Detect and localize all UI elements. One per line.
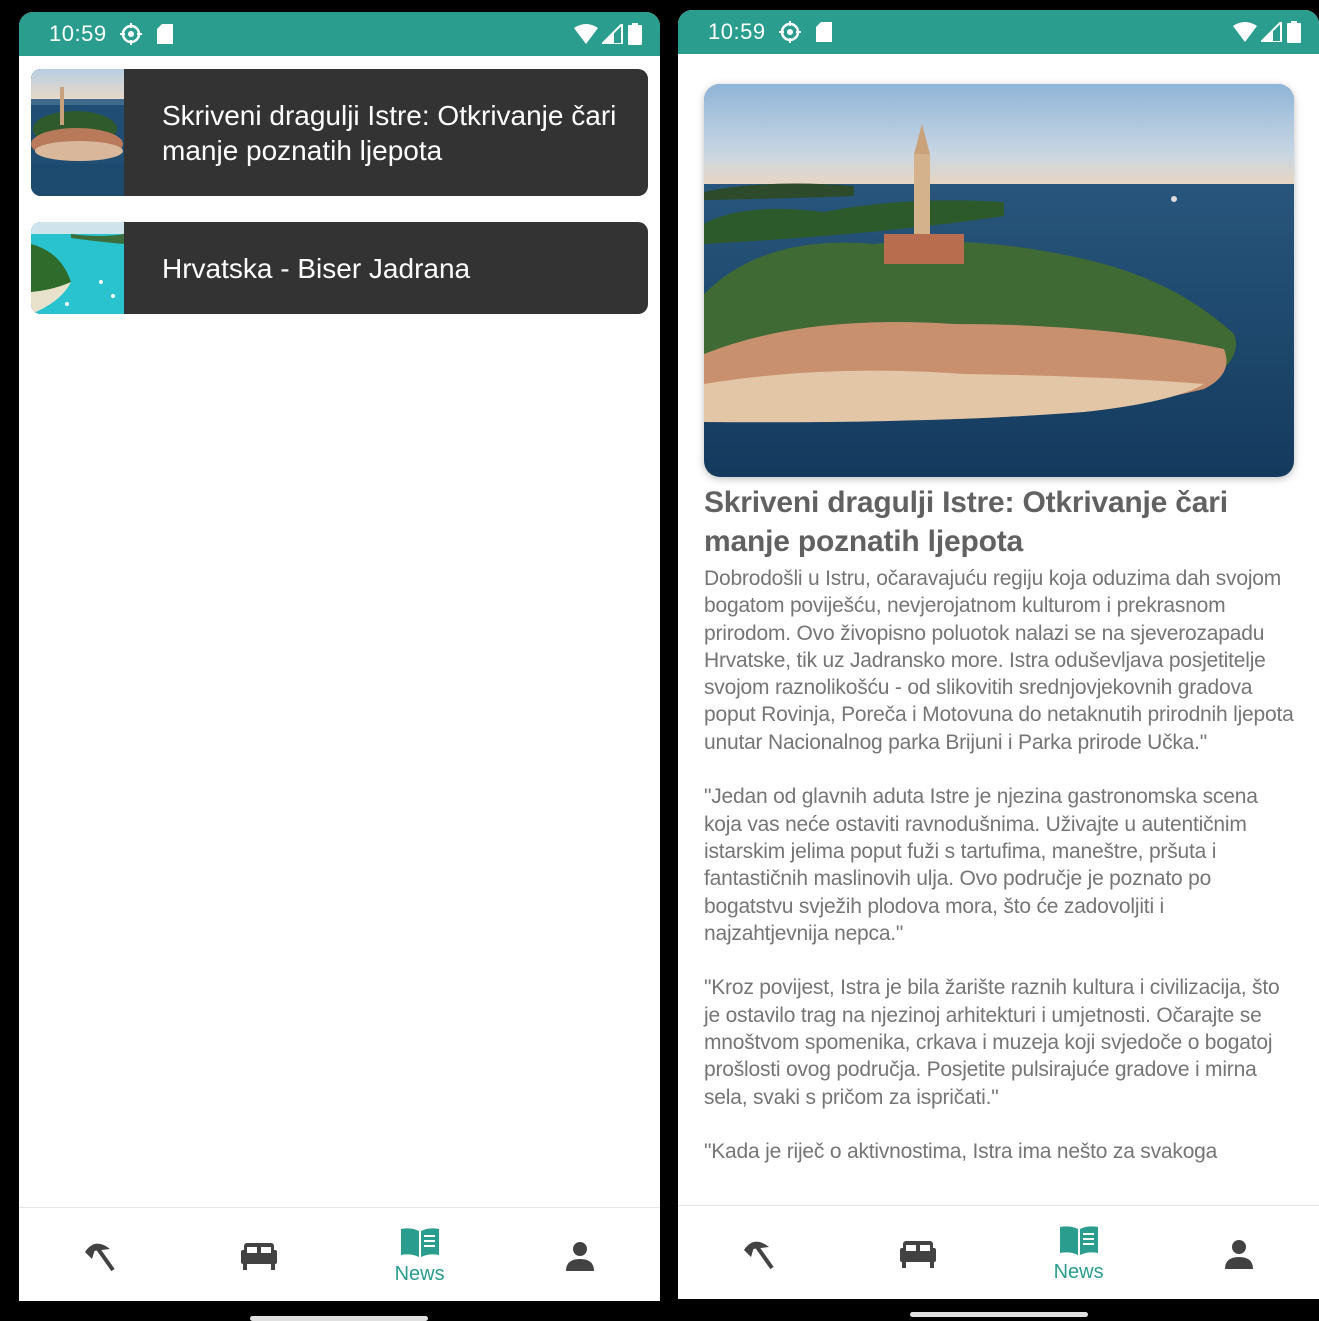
status-time: 10:59 xyxy=(49,21,107,46)
status-bar: 10:59 xyxy=(19,12,660,56)
news-card-title: Hrvatska - Biser Jadrana xyxy=(162,252,471,284)
book-icon xyxy=(1059,1225,1098,1255)
rovinj-aerial-photo xyxy=(704,84,1294,477)
person-icon xyxy=(565,1242,594,1271)
news-list: Skriveni dragulji Istre: Otkrivanje čari… xyxy=(19,56,660,314)
nav-item-accommodation[interactable] xyxy=(838,1206,998,1299)
nav-item-profile[interactable] xyxy=(1159,1206,1319,1299)
person-icon xyxy=(1224,1240,1253,1269)
nav-item-profile[interactable] xyxy=(500,1208,660,1301)
beach-umbrella-icon xyxy=(85,1243,115,1272)
settings-gear-icon xyxy=(119,23,142,45)
article-detail: Skriveni dragulji Istre: Otkrivanje čari… xyxy=(678,54,1319,1206)
beach-umbrella-icon xyxy=(744,1241,774,1270)
bottom-navigation: News xyxy=(678,1205,1319,1299)
battery-icon xyxy=(1287,21,1301,43)
sd-card-icon xyxy=(815,22,832,42)
beach-coast-thumbnail xyxy=(31,222,124,314)
status-time: 10:59 xyxy=(708,19,766,44)
book-icon xyxy=(400,1227,439,1257)
bed-icon xyxy=(900,1241,937,1268)
home-indicator[interactable] xyxy=(910,1312,1088,1317)
wifi-icon xyxy=(1233,22,1257,42)
article-title: Skriveni dragulji Istre: Otkrivanje čari… xyxy=(704,486,1228,558)
news-card[interactable]: Skriveni dragulji Istre: Otkrivanje čari… xyxy=(31,69,648,196)
nav-label-news: News xyxy=(1053,1260,1104,1283)
wifi-icon xyxy=(574,24,598,44)
nav-item-beach[interactable] xyxy=(19,1208,179,1301)
news-detail-screen: 10:59 Skriveni dragulji Istre: Otkrivanj… xyxy=(678,10,1319,1299)
nav-item-news[interactable]: News xyxy=(999,1206,1159,1299)
news-card-title: Skriveni dragulji Istre: Otkrivanje čari… xyxy=(162,99,617,166)
nav-item-beach[interactable] xyxy=(678,1206,838,1299)
bottom-navigation: News xyxy=(19,1207,660,1301)
battery-icon xyxy=(628,23,642,45)
status-bar: 10:59 xyxy=(678,10,1319,54)
settings-gear-icon xyxy=(778,21,801,43)
nav-label-news: News xyxy=(394,1262,445,1285)
news-list-screen: 10:59 Skriveni dragulji Istre: Otkrivanj… xyxy=(19,12,660,1301)
article-body: Dobrodošli u Istru, očaravajuću regiju k… xyxy=(704,567,1294,1164)
news-card[interactable]: Hrvatska - Biser Jadrana xyxy=(31,222,648,314)
cell-signal-icon xyxy=(1261,22,1282,42)
cell-signal-icon xyxy=(602,24,623,44)
rovinj-aerial-thumbnail xyxy=(31,69,124,196)
sd-card-icon xyxy=(156,24,173,44)
home-indicator[interactable] xyxy=(250,1316,428,1321)
nav-item-news[interactable]: News xyxy=(340,1208,500,1301)
bed-icon xyxy=(241,1243,278,1270)
nav-item-accommodation[interactable] xyxy=(179,1208,339,1301)
